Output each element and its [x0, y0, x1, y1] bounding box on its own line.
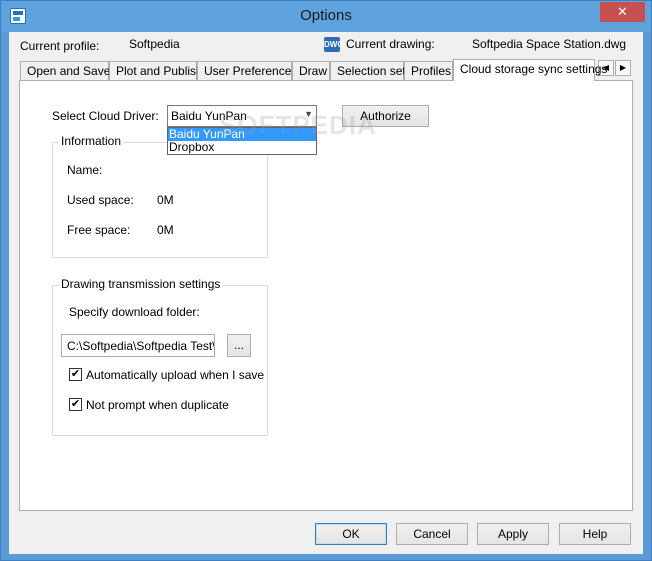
download-folder-label: Specify download folder:: [69, 305, 200, 319]
free-space-label: Free space:: [67, 223, 131, 237]
not-prompt-checkbox[interactable]: ✔: [69, 398, 82, 411]
tab-open-and-save[interactable]: Open and Save: [20, 61, 110, 80]
title-bar[interactable]: Options ✕: [1, 1, 651, 32]
tab-profiles[interactable]: Profiles: [404, 61, 453, 80]
download-folder-input[interactable]: C:\Softpedia\Softpedia Test\A: [61, 334, 215, 357]
options-window: Options ✕ Current profile: Softpedia DWG…: [0, 0, 652, 561]
used-space-value: 0M: [157, 193, 174, 207]
cloud-driver-selected-value: Baidu YunPan: [171, 109, 247, 123]
name-label: Name:: [67, 163, 103, 177]
tab-cloud-storage-sync-settings[interactable]: Cloud storage sync settings: [453, 59, 607, 81]
used-space-label: Used space:: [67, 193, 134, 207]
information-group-title: Information: [59, 134, 124, 148]
cloud-driver-label: Select Cloud Driver:: [52, 109, 159, 123]
close-button[interactable]: ✕: [600, 2, 645, 22]
tab-selection-set[interactable]: Selection set: [330, 61, 406, 80]
not-prompt-label[interactable]: Not prompt when duplicate: [86, 398, 229, 412]
dialog-body: Current profile: Softpedia DWG Current d…: [9, 32, 643, 554]
tab-plot-and-publish[interactable]: Plot and Publish: [109, 61, 203, 80]
free-space-value: 0M: [157, 223, 174, 237]
window-title: Options: [300, 7, 352, 24]
authorize-button[interactable]: Authorize: [342, 105, 429, 127]
browse-folder-button[interactable]: ...: [227, 334, 251, 357]
transmission-group-title: Drawing transmission settings: [59, 277, 223, 291]
apply-button[interactable]: Apply: [477, 523, 549, 545]
cancel-button[interactable]: Cancel: [396, 523, 468, 545]
auto-upload-checkbox[interactable]: ✔: [69, 368, 82, 381]
ok-button[interactable]: OK: [315, 523, 387, 545]
cloud-driver-select[interactable]: Baidu YunPan ▼: [167, 105, 317, 127]
tab-user-preferences[interactable]: User Preferences: [197, 61, 297, 80]
chevron-down-icon[interactable]: ▼: [304, 109, 313, 119]
tab-scroll-right-icon[interactable]: ▶: [615, 60, 631, 76]
tab-draw[interactable]: Draw: [292, 61, 330, 80]
current-drawing-label: Current drawing:: [346, 37, 435, 51]
help-button[interactable]: Help: [559, 523, 631, 545]
current-drawing-value: Softpedia Space Station.dwg: [472, 37, 627, 51]
dropdown-option-dropbox[interactable]: Dropbox: [168, 141, 316, 154]
drawing-file-icon: DWG: [324, 37, 344, 52]
auto-upload-label[interactable]: Automatically upload when I save: [86, 368, 264, 382]
current-profile-value: Softpedia: [129, 37, 180, 51]
cloud-driver-dropdown-list: Baidu YunPan Dropbox: [167, 127, 317, 155]
current-profile-label: Current profile:: [20, 39, 100, 53]
